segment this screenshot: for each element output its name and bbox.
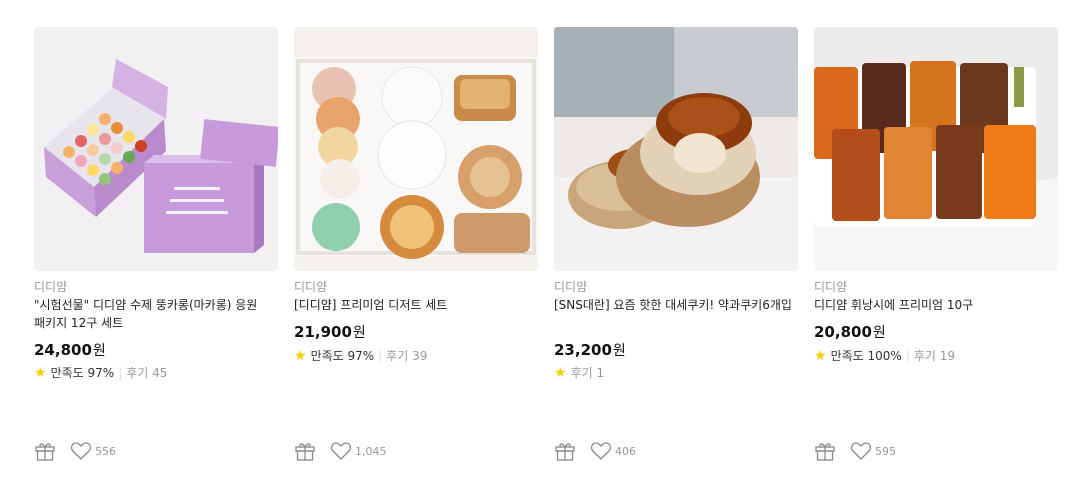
card-actions: 406 [554, 439, 636, 463]
gift-icon[interactable] [34, 440, 56, 462]
star-icon: ★ [34, 365, 47, 381]
macaron-box-image [34, 27, 278, 271]
review-count: 1 [596, 366, 605, 380]
divider: | [378, 349, 383, 363]
price-value: 21,900 [294, 323, 352, 341]
price-currency: 원 [92, 343, 106, 359]
product-card[interactable]: 디디얌 "시험선물" 디디얌 수제 뚱카롱(마카롱) 응원 패키지 12구 세트… [34, 27, 278, 477]
product-price: 24,800원 [34, 340, 106, 361]
product-card[interactable]: 디디얌 디디얌 휘낭시에 프리미엄 10구 20,800원 ★ 만족도 100%… [814, 27, 1058, 477]
gift-icon[interactable] [814, 440, 836, 462]
product-image[interactable] [294, 27, 538, 271]
product-title[interactable]: [SNS대란] 요즘 핫한 대세쿠키! 약과쿠키6개입 [554, 296, 798, 314]
rating-row: ★ 후기 1 [554, 365, 604, 381]
rating-row: ★ 만족도 97% | 후기 39 [294, 348, 427, 364]
product-price: 23,200원 [554, 340, 626, 361]
product-grid: 디디얌 "시험선물" 디디얌 수제 뚱카롱(마카롱) 응원 패키지 12구 세트… [34, 27, 1064, 477]
star-icon: ★ [554, 365, 567, 381]
review-count: 39 [412, 349, 428, 363]
review-label: 후기 [126, 366, 149, 380]
product-title[interactable]: [디디얌] 프리미엄 디저트 세트 [294, 296, 538, 314]
divider: | [118, 366, 123, 380]
satisfaction-label: 만족도 [310, 349, 344, 363]
brand-name[interactable]: 디디얌 [294, 279, 327, 295]
heart-icon[interactable] [850, 441, 872, 461]
satisfaction-value: 97% [87, 366, 115, 380]
review-count: 45 [152, 366, 168, 380]
price-value: 24,800 [34, 341, 92, 359]
price-value: 23,200 [554, 341, 612, 359]
heart-icon[interactable] [590, 441, 612, 461]
satisfaction-value: 100% [867, 349, 902, 363]
satisfaction-label: 만족도 [830, 349, 864, 363]
product-image[interactable] [814, 27, 1058, 271]
brand-name[interactable]: 디디얌 [814, 279, 847, 295]
brand-name[interactable]: 디디얌 [34, 279, 67, 295]
financier-image [814, 27, 1058, 271]
card-actions: 595 [814, 439, 896, 463]
product-price: 21,900원 [294, 322, 366, 343]
satisfaction-label: 만족도 [50, 366, 84, 380]
heart-icon[interactable] [330, 441, 352, 461]
heart-icon[interactable] [70, 441, 92, 461]
price-value: 20,800 [814, 323, 872, 341]
product-title[interactable]: 디디얌 휘낭시에 프리미엄 10구 [814, 296, 1058, 314]
rating-row: ★ 만족도 97% | 후기 45 [34, 365, 167, 381]
product-price: 20,800원 [814, 322, 886, 343]
like-count: 406 [615, 444, 636, 458]
like-count: 595 [875, 444, 896, 458]
like-count: 556 [95, 444, 116, 458]
product-title[interactable]: "시험선물" 디디얌 수제 뚱카롱(마카롱) 응원 패키지 12구 세트 [34, 296, 278, 332]
price-currency: 원 [352, 325, 366, 341]
product-image[interactable] [34, 27, 278, 271]
star-icon: ★ [294, 348, 307, 364]
star-icon: ★ [814, 348, 827, 364]
review-count: 19 [939, 349, 956, 363]
yakgwa-cookie-image [554, 27, 798, 271]
brand-name[interactable]: 디디얌 [554, 279, 587, 295]
satisfaction-value: 97% [347, 349, 375, 363]
gift-icon[interactable] [554, 440, 576, 462]
review-label: 후기 [570, 366, 593, 380]
dessert-set-image [294, 27, 538, 271]
review-label: 후기 [913, 349, 936, 363]
card-actions: 1,045 [294, 439, 387, 463]
card-actions: 556 [34, 439, 116, 463]
rating-row: ★ 만족도 100% | 후기 19 [814, 348, 955, 364]
product-card[interactable]: 디디얌 [SNS대란] 요즘 핫한 대세쿠키! 약과쿠키6개입 23,200원 … [554, 27, 798, 477]
product-card[interactable]: 디디얌 [디디얌] 프리미엄 디저트 세트 21,900원 ★ 만족도 97% … [294, 27, 538, 477]
like-count: 1,045 [355, 444, 387, 458]
review-label: 후기 [386, 349, 409, 363]
product-image[interactable] [554, 27, 798, 271]
gift-icon[interactable] [294, 440, 316, 462]
price-currency: 원 [612, 343, 626, 359]
price-currency: 원 [872, 325, 886, 341]
divider: | [905, 349, 910, 363]
